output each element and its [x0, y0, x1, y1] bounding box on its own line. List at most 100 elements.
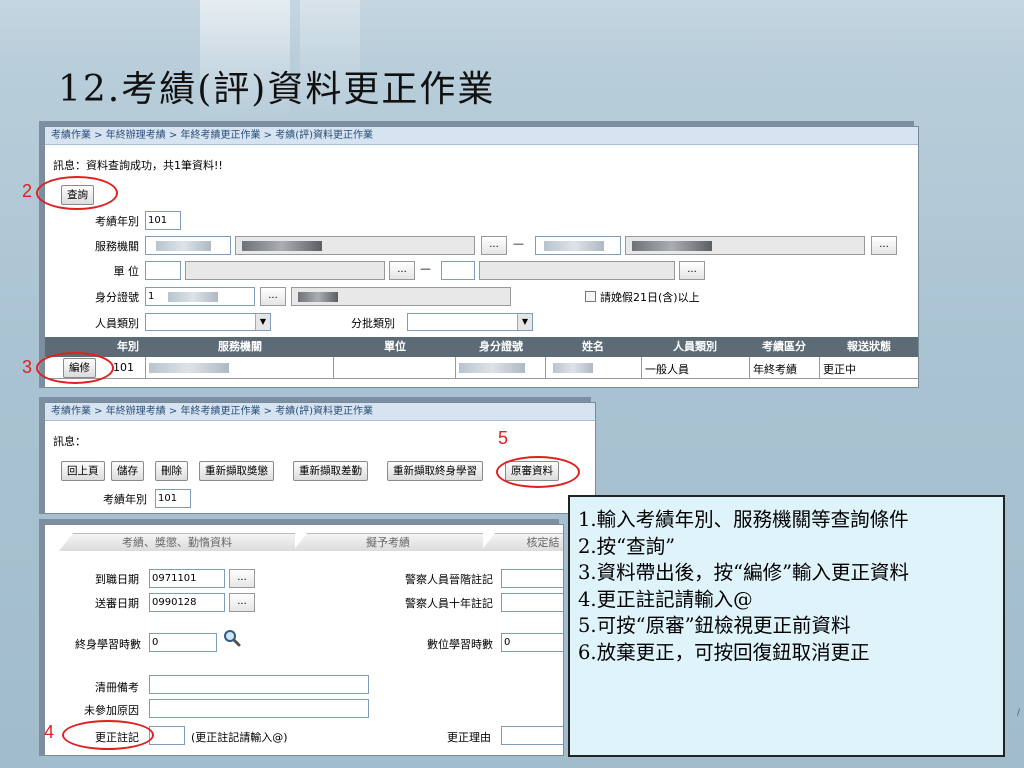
- year-label: 考績年別: [103, 493, 147, 506]
- unit-start-picker-button[interactable]: ...: [389, 261, 415, 280]
- tab-approved[interactable]: 核定結: [481, 533, 563, 551]
- absent-reason-label: 未參加原因: [84, 704, 139, 717]
- agency-name-start: [235, 236, 475, 255]
- annotation-number-4: 4: [44, 722, 55, 742]
- agency-name-end: [625, 236, 865, 255]
- police-ten-label: 警察人員十年註記: [405, 597, 493, 610]
- person-type-label: 人員類別: [95, 317, 139, 330]
- cell-divider: [455, 357, 456, 379]
- redacted-value: [242, 241, 322, 251]
- cell-divider: [819, 357, 820, 379]
- correction-reason-input[interactable]: [501, 726, 563, 745]
- detail-tabs: 考績、獎懲、勤惰資料 擬予考績 核定結: [45, 533, 563, 551]
- redacted-value: [149, 363, 229, 373]
- result-table-header: 年別 服務機關 單位 身分證號 姓名 人員類別 考績區分 報送狀態: [45, 337, 918, 357]
- status-message: 訊息：資料查詢成功，共1筆資料!!: [53, 159, 223, 172]
- col-person-type: 人員類別: [673, 340, 717, 353]
- hire-date-input[interactable]: 0971101: [149, 569, 225, 588]
- annotation-circle-edit: [36, 352, 114, 384]
- cell-divider: [749, 357, 750, 379]
- col-category: 考績區分: [762, 340, 806, 353]
- col-id: 身分證號: [479, 340, 523, 353]
- police-promo-input[interactable]: [501, 569, 563, 588]
- instruction-step-1: 1.輸入考績年別、服務機關等查詢條件: [578, 508, 909, 531]
- redacted-value: [298, 292, 338, 302]
- range-dash: —: [513, 237, 524, 250]
- col-unit: 單位: [384, 340, 406, 353]
- id-label: 身分證號: [95, 291, 139, 304]
- cell-divider: [333, 357, 334, 379]
- annotation-circle-correction: [62, 720, 154, 750]
- absent-reason-input[interactable]: [149, 699, 369, 718]
- redacted-value: [553, 363, 593, 373]
- save-button[interactable]: 儲存: [111, 461, 144, 481]
- hire-date-label: 到職日期: [95, 573, 139, 586]
- batch-type-select[interactable]: ▼: [407, 313, 533, 331]
- agency-end-picker-button[interactable]: ...: [871, 236, 897, 255]
- annotation-number-3: 3: [22, 357, 33, 377]
- lifelong-hours-input[interactable]: 0: [149, 633, 217, 652]
- col-name: 姓名: [582, 340, 604, 353]
- instruction-note-box: 1.輸入考績年別、服務機關等查詢條件 2.按“查詢” 3.資料帶出後，按“編修”…: [568, 495, 1005, 757]
- instruction-step-2: 2.按“查詢”: [578, 534, 676, 558]
- unit-code-start[interactable]: [145, 261, 181, 280]
- range-dash: —: [420, 262, 431, 275]
- delete-button[interactable]: 刪除: [155, 461, 188, 481]
- id-input[interactable]: 1: [145, 287, 255, 306]
- refetch-leave-button[interactable]: 重新擷取差勤: [293, 461, 368, 481]
- row-year: 101: [113, 361, 134, 374]
- roster-note-label: 清冊備考: [95, 681, 139, 694]
- instruction-step-3: 3.資料帶出後，按“編修”輸入更正資料: [578, 561, 910, 584]
- correction-reason-label: 更正理由: [447, 731, 491, 744]
- correction-note-hint: (更正註記請輸入@): [191, 731, 288, 744]
- person-name-display: [291, 287, 511, 306]
- roster-note-input[interactable]: [149, 675, 369, 694]
- search-icon[interactable]: [223, 629, 241, 647]
- submit-date-input[interactable]: 0990128: [149, 593, 225, 612]
- leave-checkbox[interactable]: [585, 291, 596, 302]
- unit-code-end[interactable]: [441, 261, 475, 280]
- cell-divider: [545, 357, 546, 379]
- submit-date-picker-button[interactable]: ...: [229, 593, 255, 612]
- redacted-value: [156, 241, 211, 251]
- status-message: 訊息：: [53, 435, 86, 448]
- batch-type-label: 分批類別: [351, 317, 395, 330]
- row-person-type: 一般人員: [645, 363, 689, 376]
- annotation-circle-query: [36, 176, 118, 210]
- redacted-value: [459, 363, 525, 373]
- agency-start-picker-button[interactable]: ...: [481, 236, 507, 255]
- hire-date-picker-button[interactable]: ...: [229, 569, 255, 588]
- agency-code-end[interactable]: [535, 236, 621, 255]
- col-status: 報送狀態: [847, 340, 891, 353]
- digital-hours-input[interactable]: 0: [501, 633, 563, 652]
- person-type-select[interactable]: ▼: [145, 313, 271, 331]
- submit-date-label: 送審日期: [95, 597, 139, 610]
- digital-hours-label: 數位學習時數: [427, 638, 493, 651]
- slide-number: /: [1016, 708, 1020, 718]
- breadcrumb: 考績作業 > 年終辦理考績 > 年終考績更正作業 > 考績(評)資料更正作業: [45, 403, 595, 421]
- chevron-down-icon: ▼: [255, 314, 270, 330]
- unit-end-picker-button[interactable]: ...: [679, 261, 705, 280]
- tab-performance-reward-attendance[interactable]: 考績、獎懲、勤惰資料: [59, 533, 295, 551]
- year-input[interactable]: 101: [145, 211, 181, 230]
- redacted-value: [168, 292, 218, 302]
- refetch-learning-button[interactable]: 重新擷取終身學習: [387, 461, 483, 481]
- id-picker-button[interactable]: ...: [260, 287, 286, 306]
- redacted-value: [632, 241, 712, 251]
- lifelong-hours-label: 終身學習時數: [75, 638, 141, 651]
- cell-divider: [145, 357, 146, 379]
- leave-checkbox-label: 請娩假21日(含)以上: [600, 291, 700, 304]
- refetch-reward-button[interactable]: 重新擷取獎懲: [199, 461, 274, 481]
- correction-note-input[interactable]: [149, 726, 185, 745]
- year-label: 考績年別: [95, 215, 139, 228]
- agency-code-start[interactable]: [145, 236, 231, 255]
- unit-name-start: [185, 261, 385, 280]
- row-status: 更正中: [823, 363, 856, 376]
- table-row: 編修 101 一般人員 年終考績 更正中: [45, 357, 918, 379]
- prev-page-button[interactable]: 回上頁: [61, 461, 105, 481]
- tab-proposed-rating[interactable]: 擬予考績: [293, 533, 483, 551]
- police-ten-input[interactable]: [501, 593, 563, 612]
- redacted-value: [544, 241, 604, 251]
- query-panel: 考績作業 > 年終辦理考績 > 年終考績更正作業 > 考績(評)資料更正作業 訊…: [44, 126, 919, 388]
- year-input[interactable]: 101: [155, 489, 191, 508]
